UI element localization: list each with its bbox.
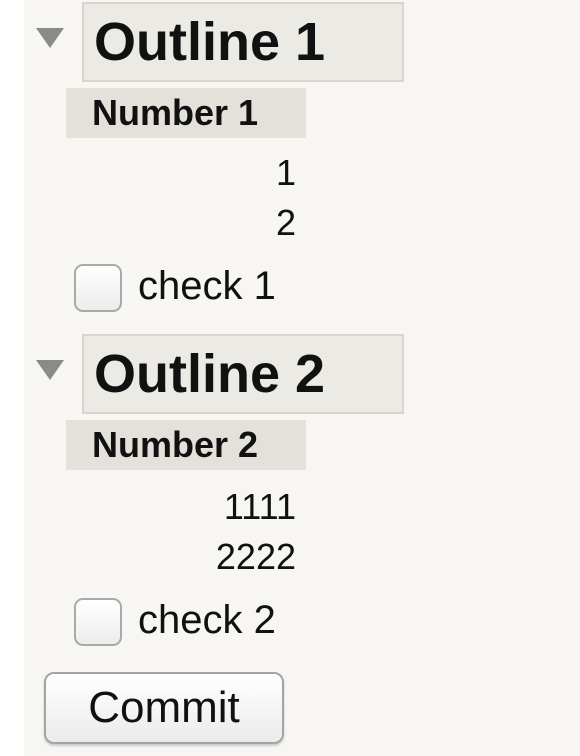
checkbox-label: check 2 [138,598,276,642]
check-1-checkbox[interactable] [74,264,122,312]
table-cell: 1 [275,152,296,193]
check-2-checkbox[interactable] [74,598,122,646]
checkbox-label: check 1 [138,264,276,308]
table-cell: 2222 [215,536,296,577]
table-cell: 1111 [223,486,296,527]
column-header: Number 1 [66,88,306,138]
disclosure-triangle-down-icon[interactable] [36,360,64,380]
disclosure-triangle-down-icon[interactable] [36,28,64,48]
commit-button[interactable]: Commit [44,672,284,744]
table-cell: 2 [275,202,296,243]
column-header: Number 2 [66,420,306,470]
outline-title: Outline 2 [82,334,404,414]
outline-title: Outline 1 [82,2,404,82]
